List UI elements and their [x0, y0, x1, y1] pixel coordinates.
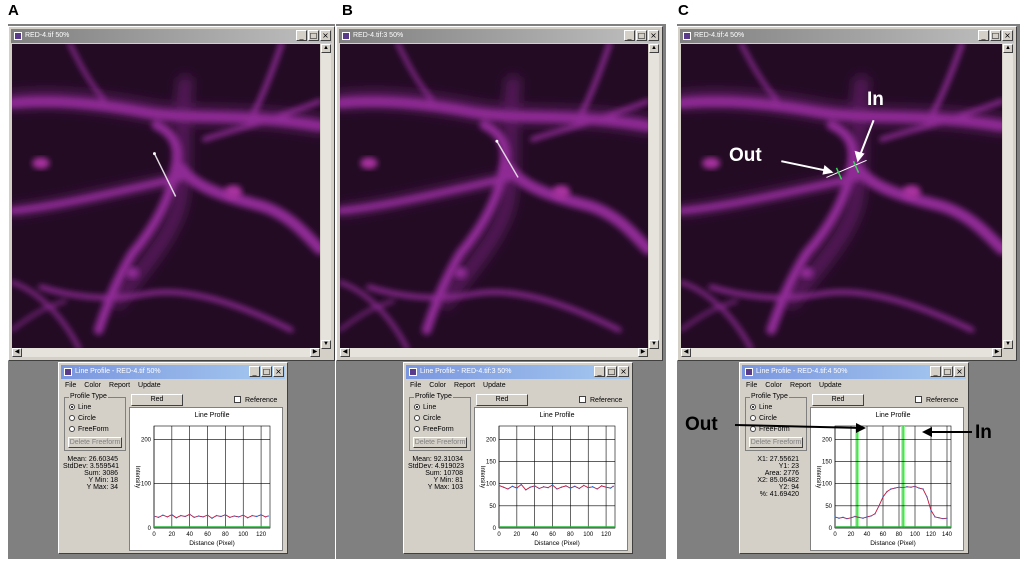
chart-callout-arrows — [734, 423, 972, 437]
chart-out-arrow — [734, 424, 863, 429]
